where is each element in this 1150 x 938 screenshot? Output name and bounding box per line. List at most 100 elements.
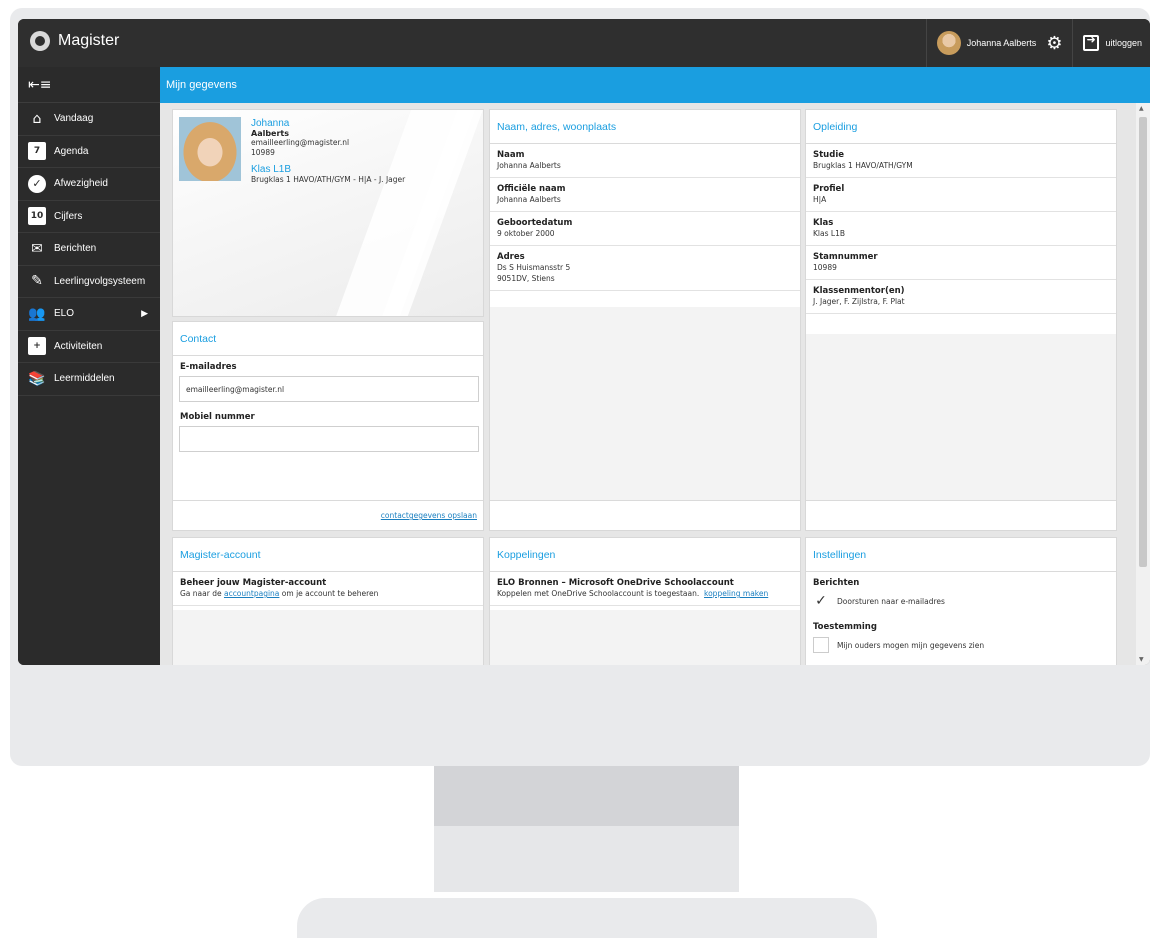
info-row: Klas Klas L1B	[806, 212, 1116, 246]
gear-icon[interactable]: ⚙	[1046, 33, 1062, 54]
check-icon: ✓	[28, 174, 46, 193]
scrollbar[interactable]: ▲ ▼	[1136, 103, 1150, 665]
parents-setting: Mijn ouders mogen mijn gegevens zien	[806, 634, 1116, 656]
books-icon: 📚	[28, 370, 46, 387]
parents-checkbox[interactable]	[813, 637, 829, 653]
envelope-icon: ✉	[31, 240, 43, 257]
info-row: Stamnummer 10989	[806, 246, 1116, 280]
sidebar-item-label: Afwezigheid	[54, 178, 108, 190]
forward-checkbox[interactable]: ✓	[813, 593, 829, 609]
panel-filler	[490, 307, 800, 500]
panel-title: Opleiding	[806, 110, 1116, 144]
info-row: Klassenmentor(en) J. Jager, F. Zijlstra,…	[806, 280, 1116, 314]
collapse-menu-icon: ⇤≡	[28, 76, 52, 93]
row-label: Studie	[813, 150, 844, 160]
account-panel: Magister-account Beheer jouw Magister-ac…	[172, 537, 484, 665]
sidebar-item-vandaag[interactable]: ⌂ Vandaag	[18, 103, 160, 136]
parents-label: Mijn ouders mogen mijn gegevens zien	[837, 640, 985, 650]
accountpagina-link[interactable]: accountpagina	[224, 589, 279, 598]
row-value: 9051DV, Stiens	[497, 274, 555, 283]
panel-footer	[490, 500, 800, 530]
sidebar-item-leerlingvolgsysteem[interactable]: ✎ Leerlingvolgsysteem	[18, 266, 160, 298]
scroll-down-icon[interactable]: ▼	[1139, 656, 1144, 663]
monitor-stand	[297, 898, 877, 938]
screen: Magister Johanna Aalberts ⚙ uitloggen ⇤≡…	[18, 19, 1150, 665]
scroll-up-icon[interactable]: ▲	[1139, 105, 1144, 112]
notebook-icon: ✎	[31, 273, 43, 290]
user-menu[interactable]: Johanna Aalberts ⚙	[925, 19, 1073, 67]
row-value: H|A	[813, 195, 827, 204]
panel-title: Contact	[173, 322, 483, 356]
user-name: Johanna Aalberts	[966, 38, 1037, 48]
calendar-plus-icon: +	[28, 337, 46, 356]
koppeling-maken-link[interactable]: koppeling maken	[704, 589, 768, 598]
opleiding-panel: Opleiding Studie Brugklas 1 HAVO/ATH/GYM…	[805, 109, 1117, 531]
info-row: Adres Ds S Huismansstr 5 9051DV, Stiens	[490, 246, 800, 291]
row-value: J. Jager, F. Zijlstra, F. Plat	[813, 297, 905, 306]
sidebar-item-afwezigheid[interactable]: ✓ Afwezigheid	[18, 168, 160, 201]
monitor-neck-lower	[434, 826, 739, 892]
koppel-text: Koppelen met OneDrive Schoolaccount is t…	[497, 588, 793, 599]
grade-icon: 10	[28, 207, 46, 226]
info-row: ELO Bronnen – Microsoft OneDrive Schoola…	[490, 572, 800, 606]
sidebar: ⇤≡ ⌂ Vandaag 7 Agenda ✓ Afwezigheid 10 C…	[18, 67, 160, 665]
save-contact-link[interactable]: contactgegevens opslaan	[381, 511, 477, 520]
sidebar-item-label: ELO	[54, 308, 75, 320]
sidebar-item-elo[interactable]: 👥 ELO ▶	[18, 298, 160, 331]
sidebar-item-cijfers[interactable]: 10 Cijfers	[18, 201, 160, 233]
sidebar-item-label: Agenda	[54, 145, 89, 157]
toestemming-label: Toestemming	[813, 622, 877, 632]
collapse-menu-button[interactable]: ⇤≡	[18, 67, 160, 103]
sidebar-item-agenda[interactable]: 7 Agenda	[18, 136, 160, 168]
profile-card: Johanna Aalberts emailleerling@magister.…	[172, 109, 484, 317]
row-value: Brugklas 1 HAVO/ATH/GYM	[813, 161, 913, 170]
content: Johanna Aalberts emailleerling@magister.…	[160, 103, 1136, 665]
instellingen-panel: Instellingen Berichten ✓ Doorsturen naar…	[805, 537, 1117, 665]
row-label: Adres	[497, 252, 525, 262]
sidebar-item-label: Berichten	[54, 243, 97, 255]
panel-filler	[173, 610, 483, 665]
sidebar-item-label: Leermiddelen	[54, 373, 115, 385]
contact-panel: Contact E-mailadres emailleerling@magist…	[172, 321, 484, 531]
profile-email: emailleerling@magister.nl	[251, 138, 350, 147]
page-title: Mijn gegevens	[160, 67, 1150, 103]
row-value: Johanna Aalberts	[497, 195, 561, 204]
logout-button[interactable]: uitloggen	[1072, 19, 1150, 67]
mobile-field[interactable]	[179, 426, 479, 452]
email-label: E-mailadres	[180, 362, 237, 372]
panel-title: Naam, adres, woonplaats	[490, 110, 800, 144]
berichten-label: Berichten	[813, 578, 860, 588]
panel-title: Magister-account	[173, 538, 483, 572]
sidebar-item-leermiddelen[interactable]: 📚 Leermiddelen	[18, 363, 160, 396]
sidebar-item-berichten[interactable]: ✉ Berichten	[18, 233, 160, 266]
magister-logo-icon	[30, 31, 50, 51]
info-row: Geboortedatum 9 oktober 2000	[490, 212, 800, 246]
account-heading: Beheer jouw Magister-account	[180, 578, 327, 588]
app-name: Magister	[58, 32, 120, 49]
profile-first-name: Johanna	[251, 118, 290, 129]
mobile-label: Mobiel nummer	[180, 412, 255, 422]
naam-panel: Naam, adres, woonplaats Naam Johanna Aal…	[489, 109, 801, 531]
panel-footer	[806, 500, 1116, 530]
info-row: Studie Brugklas 1 HAVO/ATH/GYM	[806, 144, 1116, 178]
scroll-thumb[interactable]	[1139, 117, 1147, 567]
row-label: Klas	[813, 218, 834, 228]
sidebar-item-label: Cijfers	[54, 210, 83, 222]
logout-label: uitloggen	[1105, 38, 1142, 48]
account-text: Ga naar de accountpagina om je account t…	[180, 588, 476, 599]
row-label: Officiële naam	[497, 184, 566, 194]
brand[interactable]: Magister	[30, 31, 119, 51]
info-row: Profiel H|A	[806, 178, 1116, 212]
profile-photo	[179, 117, 241, 181]
app-topbar: Magister Johanna Aalberts ⚙ uitloggen	[18, 19, 1150, 67]
sidebar-item-label: Vandaag	[54, 113, 94, 125]
row-label: Klassenmentor(en)	[813, 286, 905, 296]
monitor-neck	[434, 766, 739, 826]
info-row: Officiële naam Johanna Aalberts	[490, 178, 800, 212]
sidebar-item-activiteiten[interactable]: + Activiteiten	[18, 331, 160, 363]
profile-klas: Klas L1B	[251, 164, 292, 175]
email-field[interactable]: emailleerling@magister.nl	[179, 376, 479, 402]
info-row: Naam Johanna Aalberts	[490, 144, 800, 178]
main-area: Mijn gegevens Johanna Aalberts emailleer…	[160, 67, 1150, 665]
row-value: Ds S Huismansstr 5	[497, 263, 571, 272]
